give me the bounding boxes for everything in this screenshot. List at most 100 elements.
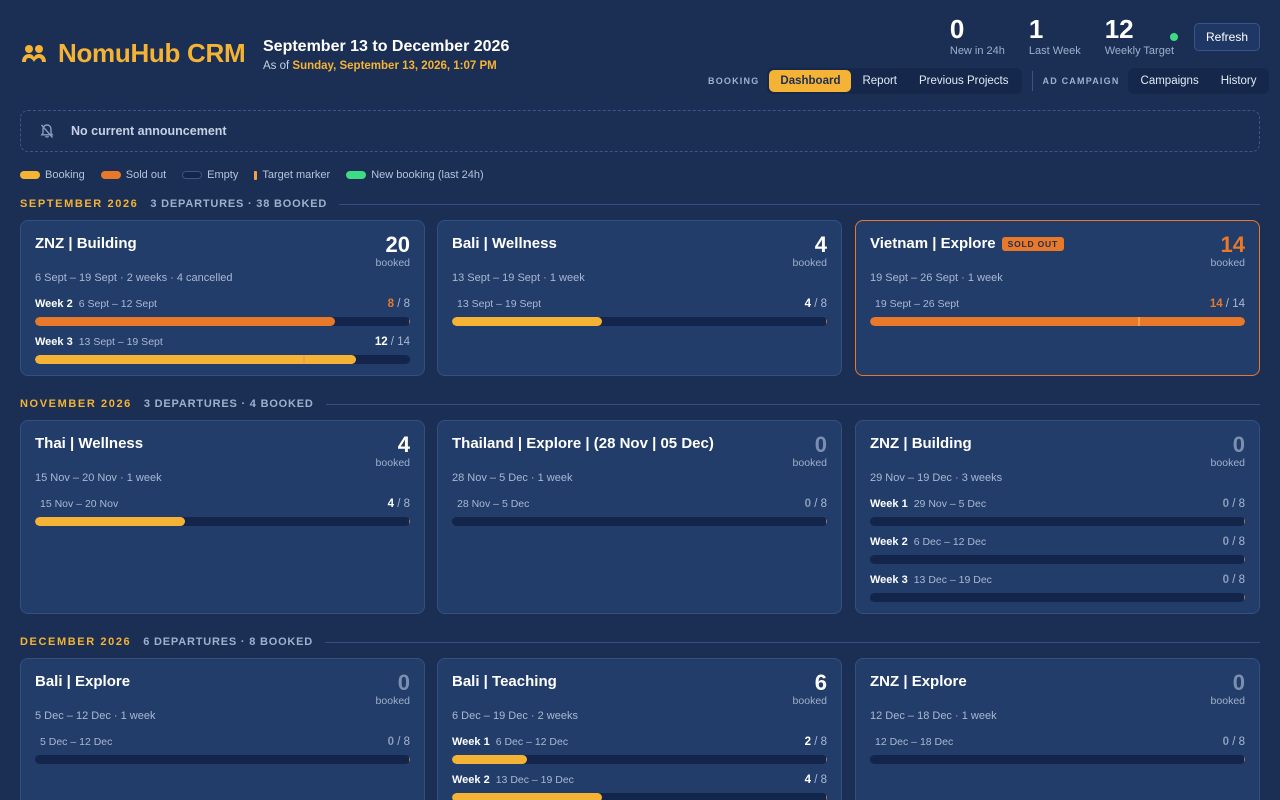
bar-end-marker (826, 518, 827, 525)
tab-campaigns[interactable]: Campaigns (1130, 70, 1210, 92)
count-number: 0 (397, 670, 410, 695)
week-dates: 28 Nov – 5 Dec (457, 498, 530, 510)
week-capacity: 4 / 8 (387, 498, 410, 510)
section-divider (339, 203, 1260, 205)
period-info: September 13 to December 2026 As of Sund… (263, 38, 509, 72)
nav-caption-booking: BOOKING (708, 76, 760, 86)
card-title-text: Vietnam | Explore (870, 235, 996, 252)
legend: Booking Sold out Empty Target marker New… (20, 169, 484, 181)
departure-card[interactable]: ZNZ | Building 20 booked 6 Sept – 19 Sep… (20, 220, 425, 376)
card-title-text: Bali | Teaching (452, 673, 557, 690)
stat-value: 0 (949, 14, 965, 44)
card-subtitle: 19 Sept – 26 Sept · 1 week (870, 272, 1003, 284)
departure-card[interactable]: Thai | Wellness 4 booked 15 Nov – 20 Nov… (20, 420, 425, 614)
capacity-bar (870, 593, 1245, 602)
departure-card[interactable]: ZNZ | Building 0 booked 29 Nov – 19 Dec … (855, 420, 1260, 614)
week-row[interactable]: 15 Nov – 20 Nov 4 / 8 (35, 498, 410, 536)
week-booked: 12 (374, 336, 388, 348)
bar-end-marker (826, 756, 827, 763)
week-capacity: 12 / 14 (374, 336, 410, 348)
bar-fill (35, 517, 185, 526)
target-marker-swatch (254, 170, 258, 180)
tab-previous-projects[interactable]: Previous Projects (908, 70, 1019, 92)
bar-fill (452, 317, 602, 326)
brand[interactable]: NomuHub CRM (20, 38, 246, 69)
count-number: 4 (814, 232, 827, 257)
card-subtitle: 13 Sept – 19 Sept · 1 week (452, 272, 585, 284)
card-subtitle: 28 Nov – 5 Dec · 1 week (452, 472, 573, 484)
week-row[interactable]: 5 Dec – 12 Dec 0 / 8 (35, 736, 410, 774)
legend-booking: Booking (20, 169, 85, 181)
departure-card[interactable]: Thailand | Explore | (28 Nov | 05 Dec) 0… (437, 420, 842, 614)
section-header-december: DECEMBER 2026 6 DEPARTURES · 8 BOOKED (20, 635, 1260, 649)
section-month: SEPTEMBER 2026 (20, 198, 139, 210)
week-name: Week 1 (452, 736, 490, 748)
count-label: booked (792, 457, 827, 469)
week-row[interactable]: Week 3 13 Sept – 19 Sept 12 / 14 (35, 336, 410, 374)
stat-label: Weekly Target (1104, 45, 1174, 57)
card-title: Bali | Explore (35, 673, 130, 690)
week-row[interactable]: Week 2 13 Dec – 19 Dec 4 / 8 (452, 774, 827, 800)
card-title: Vietnam | Explore SOLD OUT (870, 235, 1064, 252)
nav-divider (1031, 71, 1033, 91)
week-name: Week 2 (35, 298, 73, 310)
card-subtitle: 6 Dec – 19 Dec · 2 weeks (452, 710, 578, 722)
departure-card[interactable]: ZNZ | Explore 0 booked 12 Dec – 18 Dec ·… (855, 658, 1260, 800)
week-row[interactable]: 13 Sept – 19 Sept 4 / 8 (452, 298, 827, 336)
card-title: Bali | Teaching (452, 673, 557, 690)
card-subtitle: 5 Dec – 12 Dec · 1 week (35, 710, 156, 722)
count-number: 0 (1232, 432, 1245, 457)
stat-weekly-target: 12 Weekly Target (1105, 14, 1174, 57)
capacity-bar (452, 517, 827, 526)
capacity-bar (452, 317, 827, 326)
booked-count: 14 booked (1211, 232, 1245, 270)
capacity-bar (870, 555, 1245, 564)
week-row[interactable]: Week 2 6 Sept – 12 Sept 8 / 8 (35, 298, 410, 336)
section-meta: 6 DEPARTURES · 8 BOOKED (143, 636, 314, 648)
as-of-line: As of Sunday, September 13, 2026, 1:07 P… (263, 60, 509, 72)
week-row[interactable]: Week 1 6 Dec – 12 Dec 2 / 8 (452, 736, 827, 774)
week-row[interactable]: Week 3 13 Dec – 19 Dec 0 / 8 (870, 574, 1245, 612)
bar-end-marker (826, 794, 827, 800)
week-row[interactable]: Week 1 29 Nov – 5 Dec 0 / 8 (870, 498, 1245, 536)
week-dates: 5 Dec – 12 Dec (40, 736, 113, 748)
departure-card[interactable]: Bali | Teaching 6 booked 6 Dec – 19 Dec … (437, 658, 842, 800)
week-row[interactable]: 28 Nov – 5 Dec 0 / 8 (452, 498, 827, 536)
ad-campaign-tabs: Campaigns History (1127, 68, 1270, 94)
departure-card[interactable]: Bali | Wellness 4 booked 13 Sept – 19 Se… (437, 220, 842, 376)
week-dates: 13 Dec – 19 Dec (495, 774, 574, 786)
departure-card[interactable]: Bali | Explore 0 booked 5 Dec – 12 Dec ·… (20, 658, 425, 800)
bell-off-icon (37, 121, 57, 141)
as-of-value: Sunday, September 13, 2026, 1:07 PM (292, 60, 497, 72)
bar-fill (870, 317, 1245, 326)
week-total: 8 (1238, 574, 1245, 586)
week-row[interactable]: 19 Sept – 26 Sept 14 / 14 (870, 298, 1245, 336)
booking-swatch (20, 171, 40, 179)
legend-label: New booking (last 24h) (371, 169, 484, 181)
week-list: Week 1 6 Dec – 12 Dec 2 / 8 Week 2 13 Dec –… (452, 736, 827, 800)
week-booked: 0 (1222, 536, 1229, 548)
capacity-bar (870, 517, 1245, 526)
capacity-bar (870, 317, 1245, 326)
departure-card-sold-out[interactable]: Vietnam | Explore SOLD OUT 14 booked 19 S… (855, 220, 1260, 376)
week-list: Week 2 6 Sept – 12 Sept 8 / 8 Week 3 13 Sep… (35, 298, 410, 374)
booking-tabs: Dashboard Report Previous Projects (767, 68, 1022, 94)
stats-bar: 0 New in 24h 1 Last Week 12 Weekly Targe… (950, 14, 1174, 57)
week-row[interactable]: Week 2 6 Dec – 12 Dec 0 / 8 (870, 536, 1245, 574)
tab-dashboard[interactable]: Dashboard (769, 70, 852, 92)
week-booked: 4 (804, 298, 811, 310)
tab-report[interactable]: Report (851, 70, 908, 92)
week-dates: 19 Sept – 26 Sept (875, 298, 960, 310)
main-nav: BOOKING Dashboard Report Previous Projec… (708, 68, 1270, 94)
header: NomuHub CRM September 13 to December 202… (0, 0, 1280, 100)
card-title-text: ZNZ | Explore (870, 673, 967, 690)
live-status-dot (1170, 33, 1178, 41)
count-number: 14 (1220, 232, 1245, 257)
section-month: NOVEMBER 2026 (20, 398, 132, 410)
tab-history[interactable]: History (1210, 70, 1268, 92)
refresh-button[interactable]: Refresh (1194, 23, 1260, 51)
bar-end-marker (1244, 756, 1245, 763)
week-capacity: 0 / 8 (1222, 498, 1245, 510)
booked-count: 20 booked (376, 233, 410, 270)
week-row[interactable]: 12 Dec – 18 Dec 0 / 8 (870, 736, 1245, 774)
